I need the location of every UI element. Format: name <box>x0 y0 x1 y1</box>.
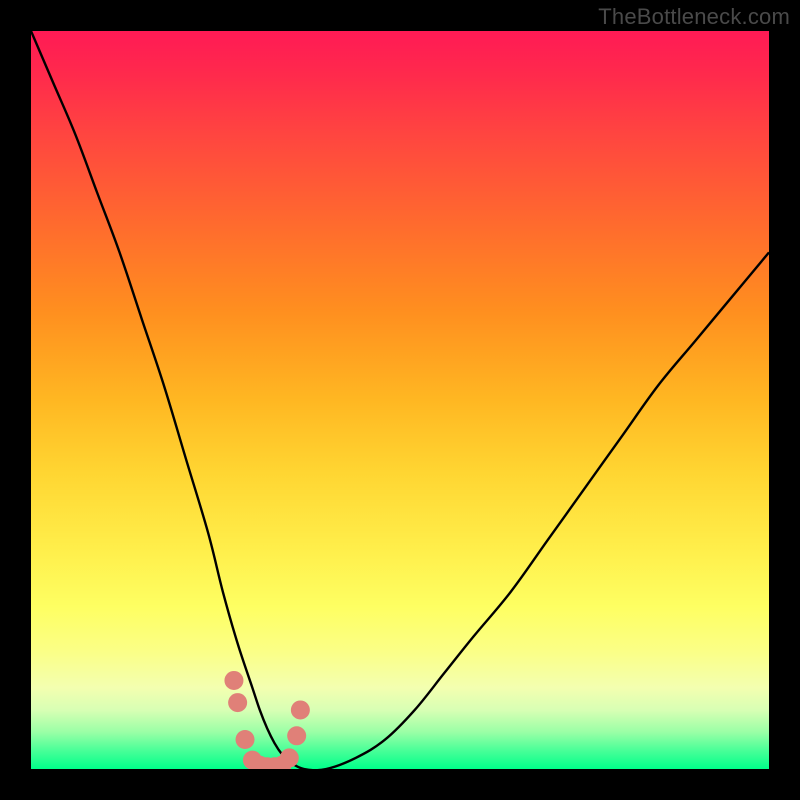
trough-marker <box>287 726 306 745</box>
trough-marker <box>224 671 243 690</box>
trough-marker <box>228 693 247 712</box>
watermark-text: TheBottleneck.com <box>598 4 790 30</box>
trough-marker <box>236 730 255 749</box>
curve-path <box>31 31 769 769</box>
trough-marker <box>291 700 310 719</box>
chart-frame: TheBottleneck.com <box>0 0 800 800</box>
bottleneck-curve <box>31 31 769 769</box>
plot-area <box>31 31 769 769</box>
trough-marker <box>280 748 299 767</box>
